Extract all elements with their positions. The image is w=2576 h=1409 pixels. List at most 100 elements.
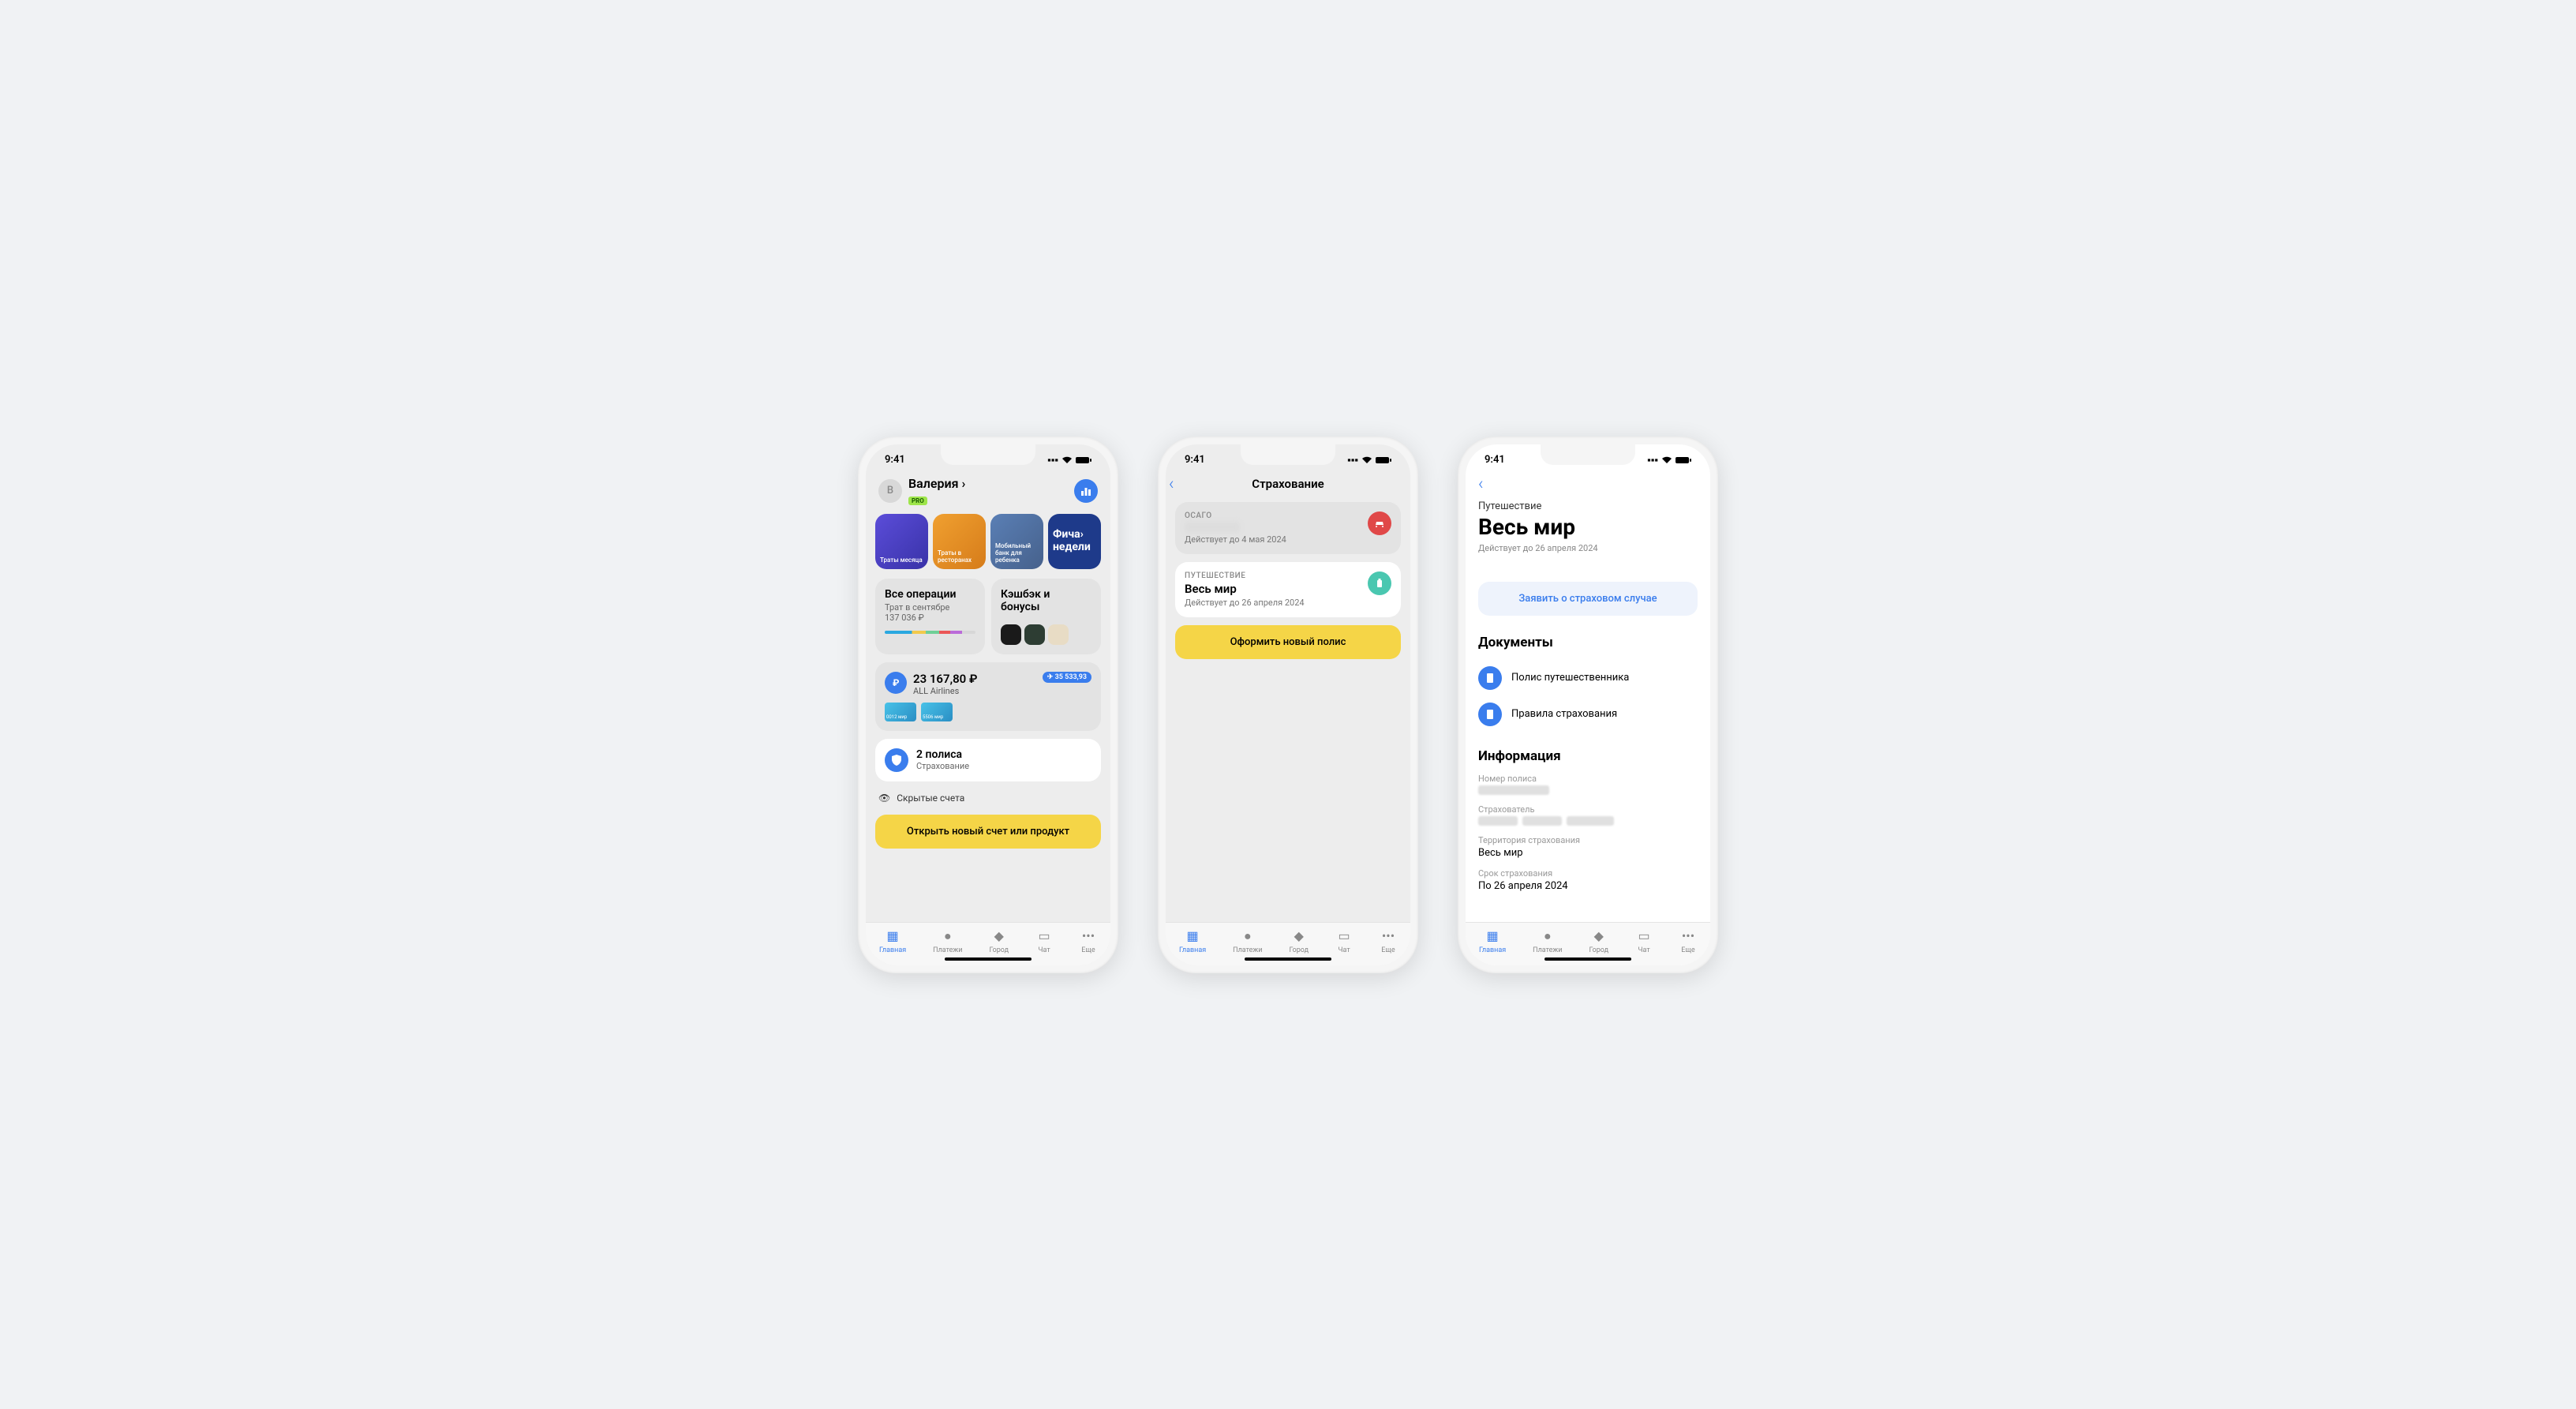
tab-more[interactable]: •••Еще: [1679, 927, 1697, 954]
open-account-button[interactable]: Открыть новый счет или продукт: [875, 815, 1101, 849]
story-kids-bank[interactable]: Мобильный банк для ребенка: [990, 514, 1043, 569]
phone-mockup-2: 9:41 ▪▪▪ ‹ Страхование ОСАГО Действует д…: [1158, 437, 1418, 973]
battery-icon: [1376, 456, 1391, 464]
back-button[interactable]: ‹: [1478, 474, 1497, 494]
cashback-dot: [1001, 624, 1021, 645]
avatar[interactable]: В: [878, 479, 902, 503]
ops-chart: [885, 631, 975, 634]
policy-card-osago[interactable]: ОСАГО Действует до 4 мая 2024: [1175, 502, 1401, 554]
insurance-subtitle: Страхование: [916, 761, 969, 771]
home-icon: ▦: [884, 927, 901, 945]
cashback-categories: [1001, 624, 1091, 645]
tab-payments[interactable]: ●Платежи: [933, 927, 962, 954]
info-label-territory: Территория страхования: [1478, 835, 1698, 845]
cellular-icon: ▪▪▪: [1647, 454, 1658, 467]
tab-city[interactable]: ◆Город: [1589, 927, 1608, 954]
cashback-card[interactable]: Кэшбэк и бонусы: [991, 579, 1101, 654]
phone-mockup-1: 9:41 ▪▪▪ В Валерия › PRO: [858, 437, 1118, 973]
stats-button[interactable]: [1074, 479, 1098, 503]
cashback-dot: [1024, 624, 1045, 645]
payments-icon: ●: [1239, 927, 1256, 945]
status-icons: ▪▪▪: [1047, 454, 1091, 467]
status-icons: ▪▪▪: [1647, 454, 1691, 467]
tab-chat[interactable]: ▭Чат: [1635, 927, 1653, 954]
more-icon: •••: [1380, 927, 1397, 945]
info-value-redacted: [1478, 816, 1698, 826]
cashback-dot: [1048, 624, 1069, 645]
story-restaurants[interactable]: Траты в ресторанах: [933, 514, 986, 569]
tab-chat[interactable]: ▭Чат: [1035, 927, 1053, 954]
hidden-label: Скрытые счета: [897, 793, 964, 804]
clock: 9:41: [1185, 454, 1205, 466]
pdf-icon: [1478, 703, 1502, 726]
account-card[interactable]: ₽ 23 167,80 ₽ ALL Airlines ✈ 35 533,93 0…: [875, 662, 1101, 731]
clock: 9:41: [885, 454, 905, 466]
account-balance: 23 167,80 ₽: [913, 672, 977, 686]
account-name: ALL Airlines: [913, 686, 977, 696]
tab-home[interactable]: ▦Главная: [1479, 927, 1506, 954]
pro-badge: PRO: [908, 497, 927, 505]
svg-text:₽: ₽: [893, 677, 900, 688]
wifi-icon: [1061, 456, 1073, 464]
notch: [941, 444, 1035, 465]
profile-header[interactable]: В Валерия › PRO: [875, 470, 1101, 514]
ops-subtitle: Трат в сентябре: [885, 602, 975, 613]
phone-mockup-3: 9:41 ▪▪▪ ‹ Путешествие Весь мир Действуе…: [1458, 437, 1718, 973]
policy-valid: Действует до 4 мая 2024: [1185, 534, 1360, 545]
payments-icon: ●: [939, 927, 957, 945]
tab-more[interactable]: •••Еще: [1380, 927, 1397, 954]
payments-icon: ●: [1539, 927, 1556, 945]
wifi-icon: [1361, 456, 1372, 464]
all-operations-card[interactable]: Все операции Трат в сентябре 137 036 ₽: [875, 579, 985, 654]
notch: [1241, 444, 1335, 465]
clock: 9:41: [1485, 454, 1505, 466]
cashback-title: Кэшбэк и бонусы: [1001, 588, 1091, 613]
home-indicator: [1544, 957, 1631, 961]
policy-card-travel[interactable]: ПУТЕШЕСТВИЕ Весь мир Действует до 26 апр…: [1175, 562, 1401, 617]
ops-amount: 137 036 ₽: [885, 613, 975, 623]
claim-button[interactable]: Заявить о страховом случае: [1478, 582, 1698, 616]
cellular-icon: ▪▪▪: [1347, 454, 1358, 467]
story-feature-week[interactable]: Фича› недели: [1048, 514, 1101, 569]
document-label: Правила страхования: [1511, 708, 1617, 720]
mini-card[interactable]: 0012 мир: [885, 703, 916, 721]
info-value-redacted: [1478, 785, 1698, 795]
info-label-policy-number: Номер полиса: [1478, 774, 1698, 784]
tab-chat[interactable]: ▭Чат: [1335, 927, 1353, 954]
insurance-card[interactable]: 2 полиса Страхование: [875, 739, 1101, 781]
tab-home[interactable]: ▦Главная: [1179, 927, 1206, 954]
nav-bar: ‹ Страхование: [1166, 470, 1410, 502]
new-policy-button[interactable]: Оформить новый полис: [1175, 625, 1401, 659]
battery-icon: [1076, 456, 1091, 464]
luggage-icon: [1368, 571, 1391, 595]
tab-more[interactable]: •••Еще: [1080, 927, 1097, 954]
city-icon: ◆: [1290, 927, 1308, 945]
documents-heading: Документы: [1478, 635, 1698, 650]
policy-category: ПУТЕШЕСТВИЕ: [1185, 571, 1360, 580]
home-icon: ▦: [1484, 927, 1501, 945]
info-label-insurer: Страхователь: [1478, 804, 1698, 815]
ops-title: Все операции: [885, 588, 975, 601]
tab-home[interactable]: ▦Главная: [879, 927, 906, 954]
document-row-policy[interactable]: Полис путешественника: [1478, 660, 1698, 696]
page-title: Страхование: [1169, 477, 1407, 491]
battery-icon: [1676, 456, 1691, 464]
insurance-title: 2 полиса: [916, 748, 969, 761]
tab-city[interactable]: ◆Город: [989, 927, 1009, 954]
policy-category: ОСАГО: [1185, 512, 1360, 520]
info-value-territory: Весь мир: [1478, 847, 1698, 859]
more-icon: •••: [1080, 927, 1097, 945]
policy-name-redacted: [1185, 522, 1240, 533]
status-icons: ▪▪▪: [1347, 454, 1391, 467]
tab-payments[interactable]: ●Платежи: [1533, 927, 1562, 954]
mini-card[interactable]: 5506 мир: [921, 703, 953, 721]
city-icon: ◆: [990, 927, 1008, 945]
hidden-accounts-row[interactable]: 👁 Скрытые счета: [875, 793, 1101, 815]
tab-payments[interactable]: ●Платежи: [1233, 927, 1262, 954]
document-row-rules[interactable]: Правила страхования: [1478, 696, 1698, 733]
eye-icon: 👁: [878, 793, 890, 804]
chat-icon: ▭: [1035, 927, 1053, 945]
policy-name: Весь мир: [1185, 582, 1360, 596]
tab-city[interactable]: ◆Город: [1289, 927, 1309, 954]
story-spending-month[interactable]: Траты месяца: [875, 514, 928, 569]
